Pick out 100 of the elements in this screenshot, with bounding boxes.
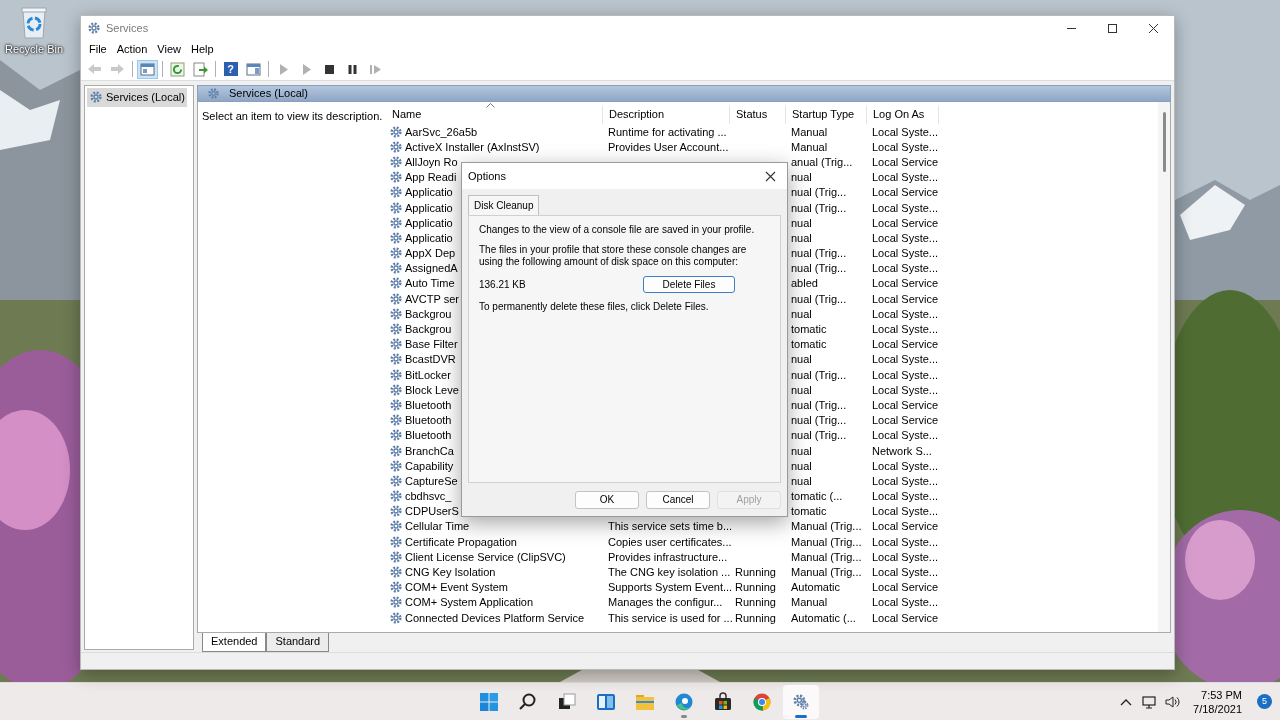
- round-logo-icon: [752, 691, 772, 712]
- column-header[interactable]: Description: [603, 105, 730, 124]
- log-on-account: Local Service: [871, 185, 939, 200]
- service-name: Bluetooth: [405, 413, 452, 428]
- gear-icon: [389, 337, 403, 352]
- log-on-account: Local Syste...: [871, 322, 939, 337]
- services-button[interactable]: [783, 684, 819, 719]
- service-name: Applicatio: [405, 215, 453, 230]
- startup-type: abled: [790, 276, 819, 291]
- service-name: Applicatio: [405, 230, 453, 245]
- service-description: This service is used for ...: [607, 610, 730, 625]
- view-tab[interactable]: Extended: [202, 633, 267, 652]
- gear-icon: [389, 154, 403, 169]
- startup-type: Manual: [790, 595, 829, 610]
- startup-type: nual: [790, 230, 813, 245]
- recycle-bin-icon[interactable]: [19, 5, 49, 39]
- column-header[interactable]: Name: [386, 105, 603, 124]
- delete-files-button[interactable]: Delete Files: [643, 276, 735, 293]
- service-name: BitLocker: [405, 367, 451, 382]
- startup-type: Manual (Trig...: [790, 565, 863, 580]
- log-on-account: Local Syste...: [871, 306, 939, 321]
- dialog-tab[interactable]: Disk Cleanup: [468, 195, 540, 216]
- service-name: Certificate Propagation: [405, 534, 517, 549]
- scroll-thumb[interactable]: [1162, 112, 1166, 172]
- dialog-button[interactable]: OK: [575, 490, 639, 509]
- menu-item[interactable]: Help: [185, 42, 219, 56]
- refresh-button[interactable]: [167, 59, 188, 79]
- service-name: CaptureSe: [405, 473, 458, 488]
- service-name: App Readi: [405, 170, 457, 185]
- view-tab[interactable]: Standard: [266, 633, 330, 652]
- menu-item[interactable]: View: [152, 42, 186, 56]
- log-on-account: Local Service: [871, 291, 939, 306]
- log-on-account: Local Syste...: [871, 595, 939, 610]
- column-header[interactable]: Status: [730, 105, 786, 124]
- scrollbar[interactable]: [1158, 102, 1170, 632]
- log-on-account: Local Syste...: [871, 428, 939, 443]
- log-on-account: Local Service: [871, 413, 939, 428]
- gear-icon: [389, 458, 403, 473]
- startup-type: nual (Trig...: [790, 397, 848, 412]
- window-title: Services: [106, 20, 150, 36]
- column-header[interactable]: Startup Type: [786, 105, 867, 124]
- close-icon: [764, 170, 776, 182]
- gear-icon: [389, 397, 403, 412]
- disk-usage-value: 136.21 KB: [479, 278, 527, 292]
- gear-icon: [389, 276, 403, 291]
- pane-title: Services (Local): [229, 86, 308, 102]
- gear-icon: [389, 200, 403, 215]
- column-header[interactable]: Log On As: [867, 105, 939, 124]
- menu-item[interactable]: File: [84, 42, 112, 56]
- service-name: cbdhsvc_: [405, 489, 452, 504]
- message-text: Changes to the view of a console file are saved in your profile.: [479, 224, 756, 236]
- service-name: Bluetooth: [405, 397, 452, 412]
- monitor-icon[interactable]: [1141, 693, 1158, 710]
- clock-time[interactable]: 7:53 PM: [1201, 687, 1242, 702]
- log-on-account: Local Syste...: [871, 382, 939, 397]
- panel-window-icon: [140, 61, 155, 77]
- log-on-account: Local Service: [871, 397, 939, 412]
- service-name: Base Filter: [405, 337, 458, 352]
- gear-icon: [389, 519, 403, 534]
- gear-icon: [389, 215, 403, 230]
- log-on-account: Network S...: [871, 443, 933, 458]
- log-on-account: Local Syste...: [871, 200, 939, 215]
- startup-type: Automatic (...: [790, 610, 857, 625]
- startup-type: tomatic: [790, 504, 828, 519]
- console-button[interactable]: [137, 59, 158, 79]
- startup-type: Manual (Trig...: [790, 549, 863, 564]
- icon-label: Recycle Bin: [4, 42, 64, 57]
- gear-icon: [389, 610, 403, 625]
- gear-icon: [389, 580, 403, 595]
- service-description: This service sets time b...: [607, 519, 730, 534]
- gear-icon: [87, 21, 101, 35]
- notification-badge[interactable]: 5: [1257, 694, 1272, 709]
- menu-item[interactable]: Action: [111, 42, 153, 56]
- back-arrow-icon: [87, 61, 102, 77]
- log-on-account: Local Syste...: [871, 246, 939, 261]
- service-status: Running: [734, 565, 777, 580]
- service-name: Connected Devices Platform Service: [405, 610, 585, 625]
- instruction-text: To permanently delete these files, click Delete Files.: [479, 301, 710, 313]
- log-on-account: Local Syste...: [871, 565, 939, 580]
- gear-icon: [389, 352, 403, 367]
- log-on-account: Local Syste...: [871, 534, 939, 549]
- tree-item[interactable]: Services (Local): [87, 88, 187, 107]
- service-name: ActiveX Installer (AxInstSV): [405, 139, 540, 154]
- log-on-account: Local Syste...: [871, 230, 939, 245]
- service-name: Auto Time: [405, 276, 455, 291]
- gear-icon: [389, 549, 403, 564]
- task-view-icon: [557, 691, 577, 712]
- dialog-button[interactable]: Cancel: [646, 490, 710, 509]
- log-on-account: Local Service: [871, 215, 939, 230]
- service-name: COM+ Event System: [405, 580, 508, 595]
- startup-type: nual: [790, 458, 813, 473]
- forward-arrow-icon: [110, 61, 125, 77]
- service-name: Bluetooth: [405, 428, 452, 443]
- log-on-account: Local Syste...: [871, 124, 939, 139]
- gear-icon: [389, 291, 403, 306]
- service-name: CDPUserS: [405, 504, 459, 519]
- help-button[interactable]: ?: [223, 62, 238, 76]
- speaker-icon[interactable]: [1164, 693, 1181, 710]
- log-on-account: Local Syste...: [871, 367, 939, 382]
- clock-date[interactable]: 7/18/2021: [1193, 701, 1242, 716]
